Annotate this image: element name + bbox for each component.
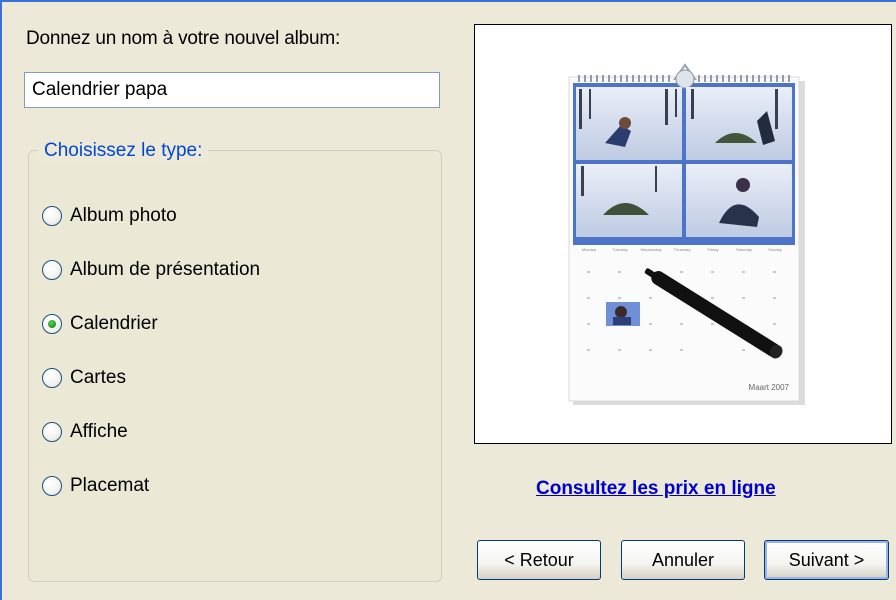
back-button[interactable]: < Retour — [477, 540, 601, 580]
radio-album-presentation[interactable]: Album de présentation — [42, 259, 260, 281]
radio-label: Cartes — [70, 367, 126, 388]
weekday-label: Sunday — [768, 247, 782, 252]
next-button[interactable]: Suivant > — [764, 540, 889, 580]
weekday-label: Monday — [582, 247, 596, 252]
online-prices-link[interactable]: Consultez les prix en ligne — [536, 478, 776, 500]
album-name-label: Donnez un nom à votre nouvel album: — [26, 28, 341, 49]
radio-button-icon[interactable] — [42, 476, 62, 496]
radio-label: Calendrier — [70, 313, 158, 334]
radio-album-photo[interactable]: Album photo — [42, 205, 177, 227]
type-group-legend: Choisissez le type: — [38, 140, 209, 162]
radio-affiche[interactable]: Affiche — [42, 421, 128, 443]
weekday-label: Friday — [707, 247, 718, 252]
radio-button-checked-icon[interactable] — [42, 314, 62, 334]
radio-label: Album de présentation — [70, 259, 261, 280]
cancel-button[interactable]: Annuler — [621, 540, 745, 580]
radio-label: Affiche — [70, 421, 128, 442]
weekday-label: Thursday — [674, 247, 691, 252]
radio-label: Placemat — [70, 475, 150, 496]
radio-placemat[interactable]: Placemat — [42, 475, 149, 497]
radio-cartes[interactable]: Cartes — [42, 367, 126, 389]
radio-label: Album photo — [70, 205, 177, 226]
calendar-preview-image: Monday Tuesday Wednesday Thursday Friday… — [568, 63, 805, 405]
radio-button-icon[interactable] — [42, 206, 62, 226]
weekday-label: Saturday — [736, 247, 752, 252]
radio-calendrier[interactable]: Calendrier — [42, 313, 158, 335]
calendar-month-caption: Maart 2007 — [749, 383, 790, 392]
radio-button-icon[interactable] — [42, 368, 62, 388]
radio-button-icon[interactable] — [42, 422, 62, 442]
calendar-preview: Monday Tuesday Wednesday Thursday Friday… — [474, 24, 892, 444]
window-frame-top — [0, 0, 896, 2]
album-name-input[interactable] — [24, 72, 440, 108]
weekday-label: Wednesday — [640, 247, 661, 252]
window-frame-left — [0, 0, 2, 600]
radio-button-icon[interactable] — [42, 260, 62, 280]
weekday-label: Tuesday — [612, 247, 627, 252]
